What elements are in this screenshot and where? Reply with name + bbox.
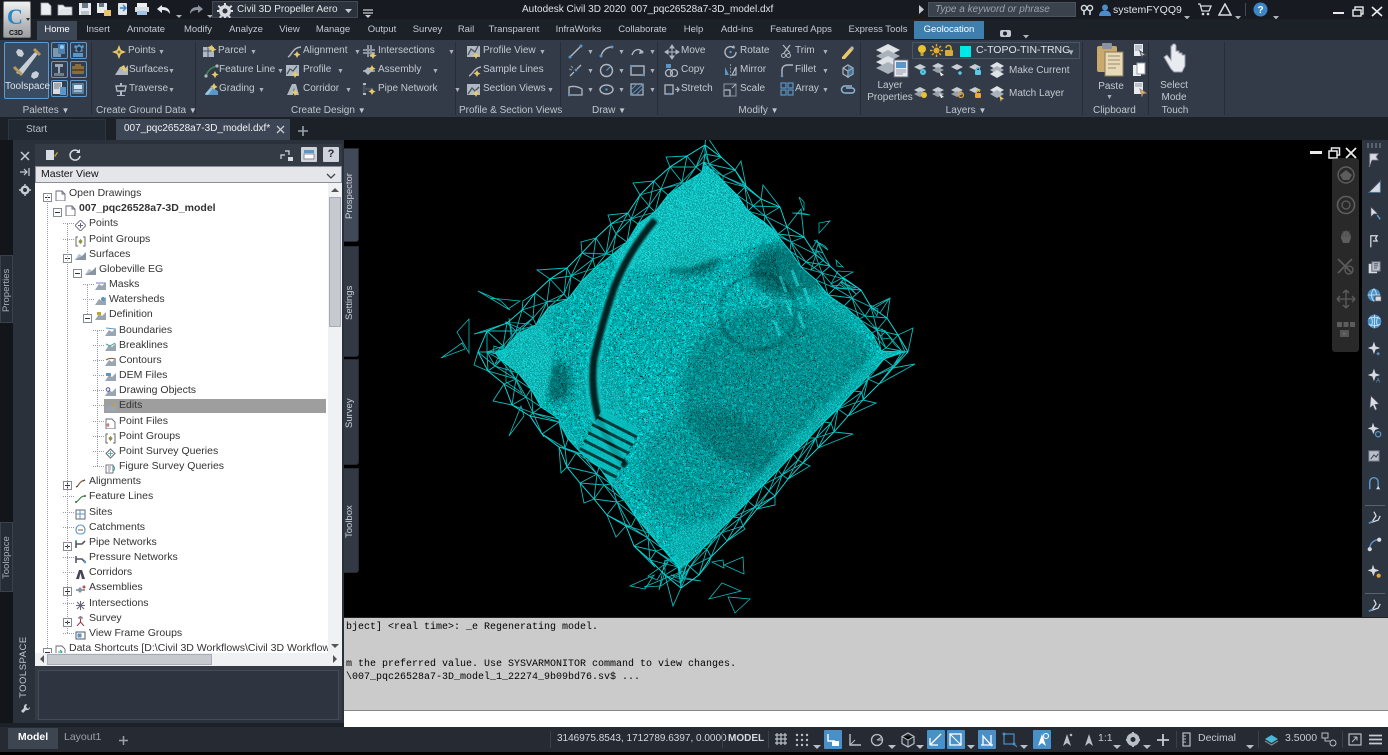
svg-text:C3D: C3D	[9, 30, 23, 37]
svg-text:C: C	[7, 4, 23, 29]
svg-text:A: A	[1376, 377, 1381, 384]
svg-text:?: ?	[1257, 5, 1263, 16]
